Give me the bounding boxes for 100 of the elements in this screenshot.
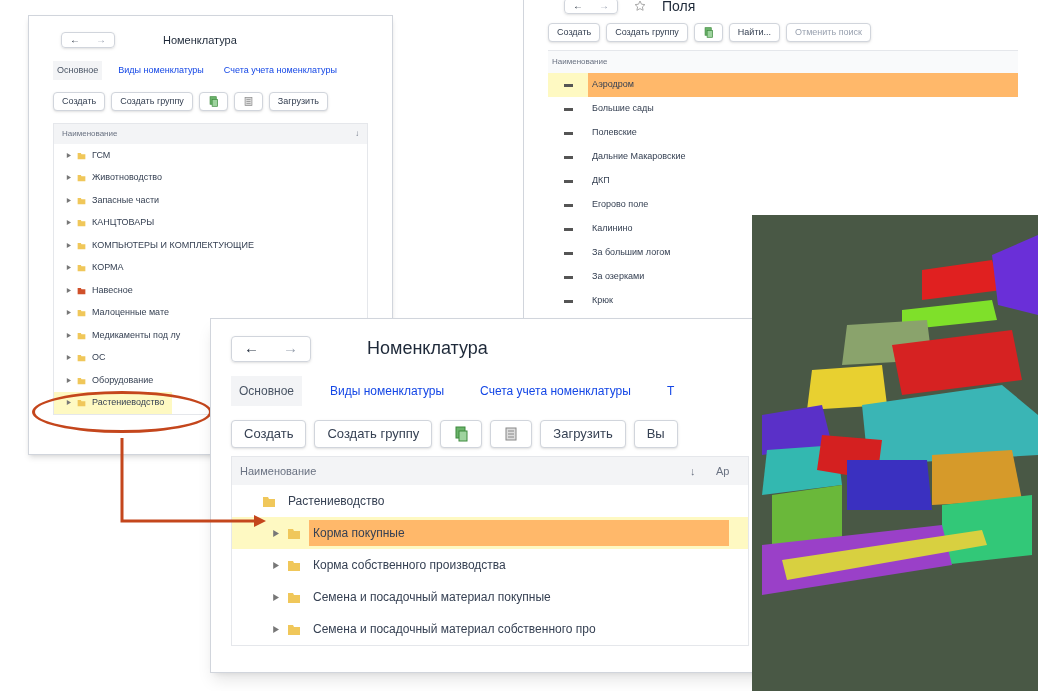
expand-icon[interactable] bbox=[272, 561, 279, 569]
toolbar-button[interactable]: Найти... bbox=[728, 23, 781, 42]
row-label: Растениеводство bbox=[92, 396, 165, 409]
tab[interactable]: Основное bbox=[53, 60, 103, 80]
tree-row[interactable]: Корма покупные bbox=[232, 517, 748, 549]
row-label: КОМПЬЮТЕРЫ И КОМПЛЕКТУЮЩИЕ bbox=[92, 238, 255, 252]
list-row[interactable]: Дальние Макаровские bbox=[548, 145, 694, 169]
expand-icon[interactable] bbox=[66, 400, 71, 406]
star-icon[interactable] bbox=[634, 0, 646, 12]
expand-icon[interactable] bbox=[66, 197, 71, 203]
row-label: Калинино bbox=[591, 222, 633, 236]
expand-icon[interactable] bbox=[66, 265, 71, 271]
toolbar-button[interactable]: Создать группу bbox=[314, 420, 433, 448]
row-label: Оборудование bbox=[92, 373, 154, 387]
list-button[interactable] bbox=[233, 92, 263, 111]
dash-icon bbox=[563, 131, 573, 135]
tree-row[interactable]: ГСМ bbox=[54, 144, 119, 167]
window-title: Номенклатура bbox=[367, 337, 488, 360]
expand-icon[interactable] bbox=[66, 152, 71, 158]
tree-row[interactable]: Животноводство bbox=[54, 166, 170, 189]
folder-icon bbox=[287, 622, 301, 636]
tree-row[interactable]: Оборудование bbox=[54, 369, 162, 392]
list-row[interactable]: За озерками bbox=[548, 265, 653, 289]
row-label: Навесное bbox=[92, 283, 133, 297]
row-label: ДКП bbox=[591, 174, 610, 188]
expand-icon[interactable] bbox=[66, 220, 71, 226]
expand-icon[interactable] bbox=[66, 355, 71, 361]
copy-button[interactable] bbox=[198, 92, 228, 111]
row-label: Корма покупные bbox=[309, 520, 729, 546]
list-row[interactable]: За большим логом bbox=[548, 241, 679, 265]
expand-icon[interactable] bbox=[66, 310, 71, 316]
expand-icon[interactable] bbox=[66, 377, 71, 383]
list-row[interactable]: Егорово поле bbox=[548, 193, 657, 217]
toolbar-button[interactable]: Загрузить bbox=[540, 420, 626, 448]
toolbar-button[interactable]: Загрузить bbox=[268, 92, 328, 111]
list-row[interactable]: Большие сады bbox=[548, 97, 662, 121]
folder-icon bbox=[287, 590, 301, 604]
toolbar-button[interactable]: Создать bbox=[53, 92, 106, 111]
list-row[interactable]: Калинино bbox=[548, 217, 641, 241]
list-row[interactable]: Крюк bbox=[548, 289, 621, 313]
row-label: Большие сады bbox=[591, 102, 654, 116]
back-button[interactable]: ← bbox=[62, 33, 88, 48]
list-row[interactable]: Полевские bbox=[548, 121, 645, 145]
row-label: Дальние Макаровские bbox=[591, 150, 686, 164]
tree-row[interactable]: Корма собственного производства bbox=[232, 549, 748, 581]
expand-icon[interactable] bbox=[66, 242, 71, 248]
tree-row[interactable]: Растениеводство bbox=[54, 391, 173, 414]
tab[interactable]: Основное bbox=[231, 376, 302, 406]
expand-icon[interactable] bbox=[66, 175, 71, 181]
row-label: Малоценные мате bbox=[92, 306, 169, 319]
sort-icon: ↓ bbox=[355, 128, 359, 140]
expand-icon[interactable] bbox=[66, 287, 71, 293]
expand-icon[interactable] bbox=[272, 593, 279, 601]
tree-row[interactable]: Навесное bbox=[54, 279, 141, 302]
copy-icon bbox=[207, 96, 219, 107]
tree-row[interactable]: КОРМА bbox=[54, 256, 132, 279]
folder-icon bbox=[262, 494, 276, 508]
expand-icon[interactable] bbox=[66, 332, 71, 338]
dash-icon bbox=[563, 203, 573, 207]
toolbar-button[interactable]: Создать bbox=[548, 23, 601, 42]
tree-row[interactable]: Медикаменты под лу bbox=[54, 324, 189, 347]
back-button[interactable]: ← bbox=[232, 336, 271, 361]
copy-icon bbox=[453, 426, 470, 442]
row-label: ОС bbox=[92, 351, 106, 364]
back-button[interactable]: ← bbox=[565, 0, 591, 13]
toolbar-button[interactable]: Создать группу bbox=[606, 23, 688, 42]
tab[interactable]: Т bbox=[658, 376, 683, 406]
tree-row[interactable]: КАНЦТОВАРЫ bbox=[54, 211, 163, 234]
list-icon bbox=[242, 96, 254, 107]
row-label: Семена и посадочный материал собственного про bbox=[312, 621, 597, 638]
toolbar-button[interactable]: Вы bbox=[633, 420, 678, 448]
dash-icon bbox=[563, 251, 573, 255]
expand-icon[interactable] bbox=[272, 625, 279, 633]
toolbar-button[interactable]: Создать bbox=[231, 420, 307, 448]
toolbar-button[interactable]: Создать группу bbox=[111, 92, 193, 111]
tree-row[interactable]: Малоценные мате bbox=[54, 301, 177, 324]
row-label: Запасные части bbox=[92, 193, 160, 207]
tab[interactable]: Счета учета номенклатуры bbox=[219, 60, 341, 80]
tree-row[interactable]: Запасные части bbox=[54, 189, 168, 212]
row-label: Животноводство bbox=[92, 171, 162, 184]
dash-icon bbox=[563, 275, 573, 279]
row-label: КОРМА bbox=[92, 261, 124, 274]
column-header: Ар bbox=[716, 463, 730, 479]
sort-icon: ↓ bbox=[690, 462, 716, 480]
tab[interactable]: Виды номенклатуры bbox=[322, 376, 453, 406]
tree-row[interactable]: Семена и посадочный материал собственного про bbox=[232, 613, 748, 645]
dash-icon bbox=[563, 155, 573, 159]
copy-button[interactable] bbox=[440, 420, 483, 448]
window-title: Поля bbox=[662, 0, 696, 16]
tab[interactable]: Виды номенклатуры bbox=[114, 60, 208, 80]
list-row[interactable]: ДКП bbox=[548, 169, 618, 193]
tree-row[interactable]: КОМПЬЮТЕРЫ И КОМПЛЕКТУЮЩИЕ bbox=[54, 234, 263, 257]
tree-row[interactable]: Семена и посадочный материал покупные bbox=[232, 581, 748, 613]
row-label: Егорово поле bbox=[591, 198, 649, 212]
copy-button[interactable] bbox=[693, 23, 723, 42]
expand-icon[interactable] bbox=[272, 529, 279, 537]
tree-row[interactable]: ОС bbox=[54, 346, 114, 369]
tree-row[interactable]: Растениеводство bbox=[232, 485, 748, 517]
column-header: Наименование bbox=[240, 463, 318, 479]
tab[interactable]: Счета учета номенклатуры bbox=[472, 376, 639, 406]
